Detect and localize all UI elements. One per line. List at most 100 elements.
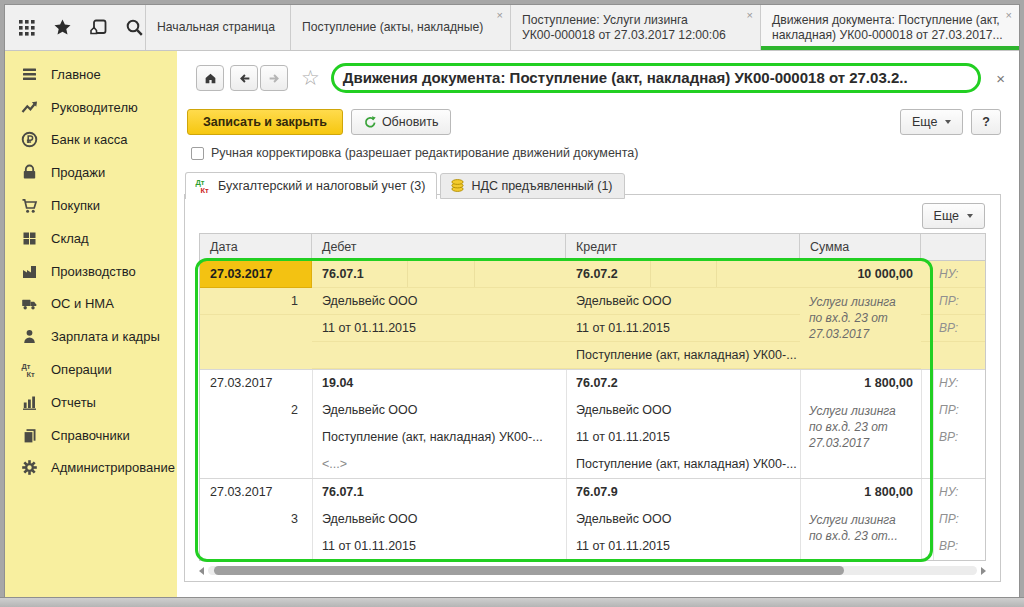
sidebar-item[interactable]: Склад xyxy=(5,222,177,255)
debit-account-cell[interactable]: 76.07.1 xyxy=(312,479,566,506)
debit-analytics-cell[interactable]: 11 от 01.11.2015 xyxy=(312,533,566,560)
favorites-star-icon[interactable] xyxy=(53,18,72,37)
tax-label[interactable]: НУ: xyxy=(933,370,985,397)
sidebar-item[interactable]: Главное xyxy=(5,58,177,91)
tax-label[interactable]: НУ: xyxy=(933,261,985,288)
home-button[interactable] xyxy=(196,65,224,91)
sidebar-item[interactable]: Производство xyxy=(5,255,177,288)
posting-row-1[interactable]: 27.03.2017176.07.1Эдельвейс ООО11 от 01.… xyxy=(200,261,985,370)
amount-cell[interactable]: 1 800,00 xyxy=(800,479,921,506)
help-button[interactable]: ? xyxy=(971,109,1001,135)
tax-gap-cell[interactable] xyxy=(921,397,933,424)
credit-account-cell[interactable]: 76.07.2 xyxy=(566,261,800,288)
column-header[interactable] xyxy=(921,234,985,260)
search-icon[interactable] xyxy=(125,18,144,37)
tax-label[interactable]: ПР: xyxy=(933,288,985,315)
credit-analytics-cell[interactable]: 11 от 01.11.2015 xyxy=(566,315,800,342)
credit-analytics-cell[interactable]: 11 от 01.11.2015 xyxy=(566,424,800,451)
view-tab-1[interactable]: ДтКтБухгалтерский и налоговый учет (3) xyxy=(185,172,437,199)
posting-row-3[interactable]: 27.03.2017376.07.1Эдельвейс ООО11 от 01.… xyxy=(200,479,985,560)
credit-analytics-cell[interactable]: Поступление (акт, накладная) УК00-... xyxy=(566,451,800,478)
sidebar-item[interactable]: Банк и касса xyxy=(5,124,177,157)
column-header[interactable]: Дата xyxy=(200,234,312,260)
tax-gap-cell[interactable] xyxy=(921,479,933,506)
posting-date-cell[interactable]: 27.03.2017 xyxy=(200,261,312,288)
sidebar-item[interactable]: Справочники xyxy=(5,419,177,452)
window-tab-3[interactable]: Поступление: Услуги лизинга УК00‑000018 … xyxy=(510,5,760,50)
tax-label[interactable]: ПР: xyxy=(933,397,985,424)
tax-label[interactable]: ВР: xyxy=(933,315,985,342)
debit-account-cell[interactable]: 19.04 xyxy=(312,370,566,397)
amount-cell[interactable]: 10 000,00 xyxy=(800,261,921,288)
column-header[interactable]: Сумма xyxy=(800,234,921,260)
sidebar-item[interactable]: Зарплата и кадры xyxy=(5,320,177,353)
sidebar-item[interactable]: Продажи xyxy=(5,156,177,189)
tax-gap-cell[interactable] xyxy=(921,424,933,451)
tax-label[interactable]: ВР: xyxy=(933,533,985,560)
scroll-left-icon[interactable] xyxy=(199,567,204,575)
debit-analytics-cell[interactable]: Эдельвейс ООО xyxy=(312,288,566,315)
tax-gap-cell[interactable] xyxy=(921,370,933,397)
posting-date-cell[interactable]: 27.03.2017 xyxy=(200,479,312,506)
debit-analytics-cell[interactable]: 11 от 01.11.2015 xyxy=(312,315,566,342)
history-icon[interactable] xyxy=(89,18,108,37)
posting-number-cell[interactable]: 3 xyxy=(200,506,312,533)
posting-row-2[interactable]: 27.03.2017219.04Эдельвейс ОООПоступление… xyxy=(200,370,985,479)
tab-close-icon[interactable]: × xyxy=(747,8,753,23)
credit-analytics-cell[interactable]: Эдельвейс ООО xyxy=(566,397,800,424)
tax-gap-cell[interactable] xyxy=(921,315,933,342)
forward-button[interactable] xyxy=(260,65,288,91)
tax-label[interactable]: НУ: xyxy=(933,479,985,506)
amount-note-cell[interactable]: Услуги лизинга по вх.д. 23 от... xyxy=(800,506,921,560)
tax-gap-cell[interactable] xyxy=(921,261,933,288)
posting-date-cell[interactable]: 27.03.2017 xyxy=(200,370,312,397)
tax-gap-cell[interactable] xyxy=(921,533,933,560)
sidebar-item[interactable]: ОС и НМА xyxy=(5,288,177,321)
table-more-button[interactable]: Еще xyxy=(922,203,985,229)
tax-gap-cell[interactable] xyxy=(921,288,933,315)
horizontal-scrollbar[interactable] xyxy=(199,565,986,576)
credit-analytics-cell[interactable]: Поступление (акт, накладная) УК00-... xyxy=(566,342,800,369)
sidebar-item[interactable]: Администрирование xyxy=(5,452,177,485)
amount-note-cell[interactable]: Услуги лизинга по вх.д. 23 от 27.03.2017 xyxy=(800,397,921,478)
close-form-icon[interactable]: × xyxy=(996,70,1005,87)
tab-close-icon[interactable]: × xyxy=(497,8,503,23)
view-tab-2[interactable]: НДС предъявленный (1) xyxy=(440,173,624,199)
credit-analytics-cell[interactable]: Эдельвейс ООО xyxy=(566,506,800,533)
debit-account-cell[interactable]: 76.07.1 xyxy=(312,261,566,288)
tax-label[interactable]: ВР: xyxy=(933,424,985,451)
credit-account-cell[interactable]: 76.07.9 xyxy=(566,479,800,506)
debit-analytics-cell[interactable]: <...> xyxy=(312,451,566,478)
more-button[interactable]: Еще xyxy=(900,109,963,135)
debit-analytics-cell[interactable]: Эдельвейс ООО xyxy=(312,397,566,424)
save-and-close-button[interactable]: Записать и закрыть xyxy=(187,109,343,135)
debit-analytics-cell[interactable]: Поступление (акт, накладная) УК00-... xyxy=(312,424,566,451)
amount-note-cell[interactable]: Услуги лизинга по вх.д. 23 от 27.03.2017 xyxy=(800,288,921,369)
sidebar-item[interactable]: Покупки xyxy=(5,189,177,222)
posting-number-cell[interactable]: 1 xyxy=(200,288,312,315)
posting-number-cell[interactable]: 2 xyxy=(200,397,312,424)
amount-cell[interactable]: 1 800,00 xyxy=(800,370,921,397)
debit-analytics-cell[interactable] xyxy=(312,342,566,369)
window-tab-4[interactable]: Движения документа: Поступление (акт, на… xyxy=(760,5,1019,50)
credit-account-cell[interactable]: 76.07.2 xyxy=(566,370,800,397)
credit-analytics-cell[interactable]: 11 от 01.11.2015 xyxy=(566,533,800,560)
menu-grid-icon[interactable] xyxy=(17,18,36,37)
window-tab-1[interactable]: Начальная страница xyxy=(145,5,290,50)
tax-gap-cell[interactable] xyxy=(921,506,933,533)
tab-close-icon[interactable]: × xyxy=(1006,8,1012,23)
sidebar-item[interactable]: Руководителю xyxy=(5,91,177,124)
tax-label[interactable]: ПР: xyxy=(933,506,985,533)
manual-correction-checkbox[interactable] xyxy=(191,147,204,160)
window-tab-2[interactable]: Поступление (акты, накладные)× xyxy=(290,5,510,50)
credit-analytics-cell[interactable]: Эдельвейс ООО xyxy=(566,288,800,315)
sidebar-item[interactable]: ДтКтОперации xyxy=(5,353,177,386)
column-header[interactable]: Дебет xyxy=(312,234,566,260)
back-button[interactable] xyxy=(230,65,258,91)
favorite-star-icon[interactable]: ☆ xyxy=(301,66,320,90)
sidebar-item[interactable]: Отчеты xyxy=(5,386,177,419)
debit-analytics-cell[interactable]: Эдельвейс ООО xyxy=(312,506,566,533)
scrollbar-thumb[interactable] xyxy=(214,566,844,575)
scroll-right-icon[interactable] xyxy=(981,567,986,575)
column-header[interactable]: Кредит xyxy=(566,234,800,260)
